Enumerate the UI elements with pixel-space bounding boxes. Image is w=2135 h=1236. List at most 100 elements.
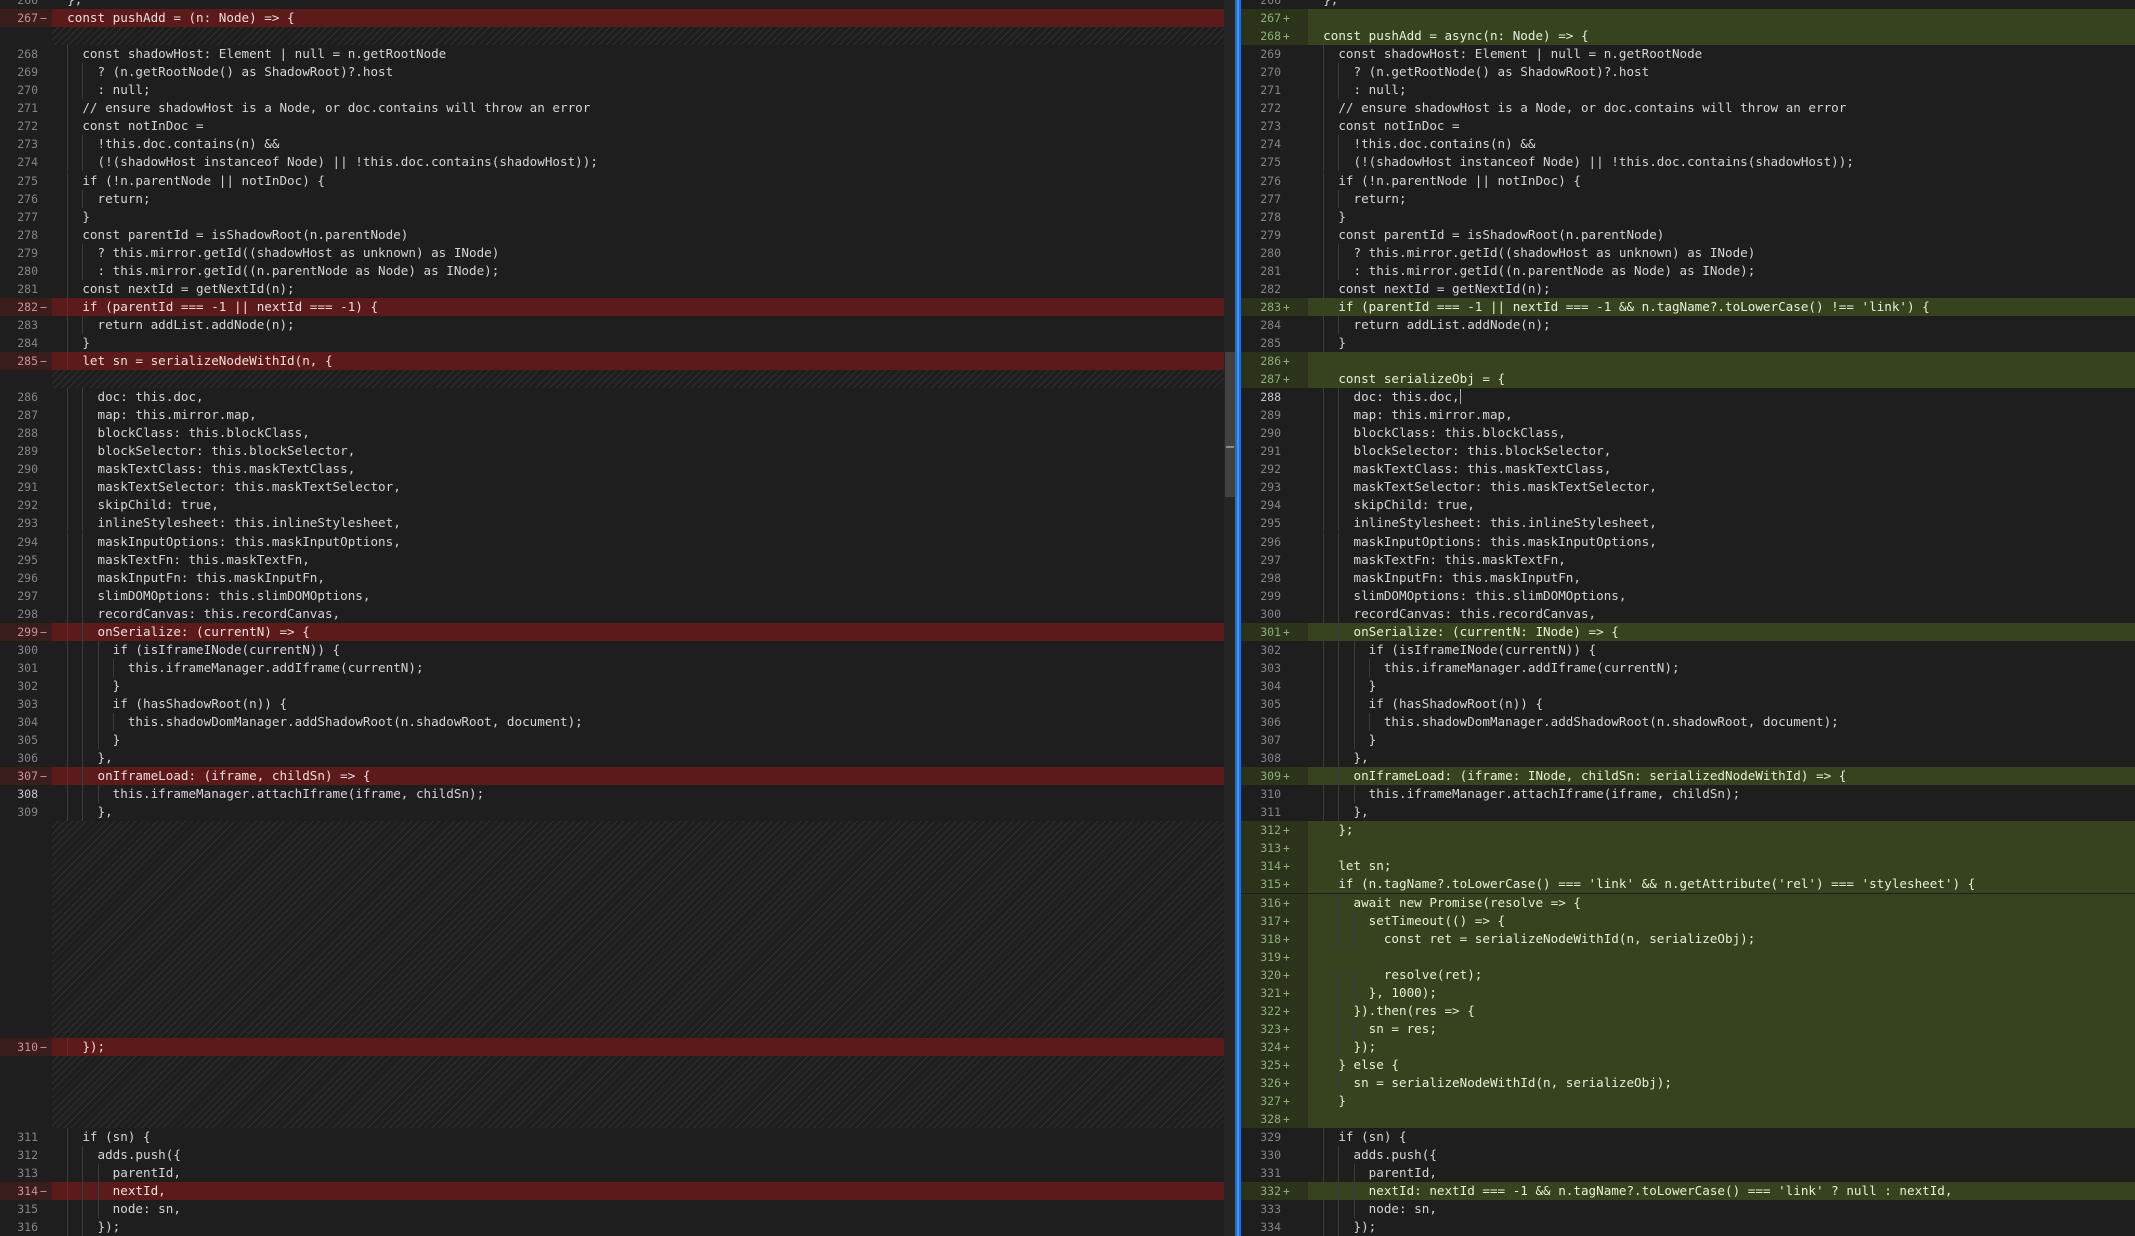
- code-line[interactable]: 297 slimDOMOptions: this.slimDOMOptions,: [0, 586, 1235, 605]
- code-line[interactable]: 309 },: [0, 803, 1235, 822]
- inserted-line[interactable]: 315 + if (n.tagName?.toLowerCase() === 'l…: [1241, 875, 2135, 894]
- code-line[interactable]: 278 const parentId = isShadowRoot(n.pare…: [0, 225, 1235, 244]
- inserted-line[interactable]: 301 + onSerialize: (currentN: INode) => {: [1241, 622, 2135, 641]
- code-line[interactable]: 272 const notInDoc =: [0, 117, 1235, 136]
- removed-line[interactable]: 267− const pushAdd = (n: Node) => {: [0, 9, 1235, 28]
- code-line[interactable]: 275 if (!n.parentNode || notInDoc) {: [0, 171, 1235, 190]
- removed-line[interactable]: 310− });: [0, 1037, 1235, 1056]
- code-line[interactable]: 311 if (sn) {: [0, 1128, 1235, 1147]
- code-line[interactable]: 313 parentId,: [0, 1164, 1235, 1183]
- code-line[interactable]: 294 skipChild: true,: [1241, 496, 2135, 515]
- inserted-line[interactable]: 316 + await new Promise(resolve => {: [1241, 893, 2135, 912]
- inserted-line[interactable]: 319 +: [1241, 947, 2135, 966]
- code-line[interactable]: 295 inlineStylesheet: this.inlineStylesh…: [1241, 514, 2135, 533]
- code-line[interactable]: 276 if (!n.parentNode || notInDoc) {: [1241, 171, 2135, 190]
- inserted-line[interactable]: 320 + resolve(ret);: [1241, 965, 2135, 984]
- code-line[interactable]: 302 }: [0, 676, 1235, 695]
- inserted-line[interactable]: 314 + let sn;: [1241, 857, 2135, 876]
- inserted-line[interactable]: 312 + };: [1241, 821, 2135, 840]
- code-line[interactable]: 334 });: [1241, 1218, 2135, 1236]
- code-line[interactable]: 266 };: [1241, 0, 2135, 9]
- code-line[interactable]: 288 blockClass: this.blockClass,: [0, 424, 1235, 443]
- code-line[interactable]: 291 blockSelector: this.blockSelector,: [1241, 442, 2135, 461]
- code-line[interactable]: 303 this.iframeManager.addIframe(current…: [1241, 658, 2135, 677]
- code-line[interactable]: 274 !this.doc.contains(n) &&: [1241, 135, 2135, 154]
- code-line[interactable]: 330 adds.push({: [1241, 1146, 2135, 1165]
- inserted-line[interactable]: 283 + if (parentId === -1 || nextId === -…: [1241, 297, 2135, 316]
- code-line[interactable]: 268 const shadowHost: Element | null = n…: [0, 45, 1235, 64]
- code-line[interactable]: 300 recordCanvas: this.recordCanvas,: [1241, 604, 2135, 623]
- code-line[interactable]: 302 if (isIframeINode(currentN)) {: [1241, 640, 2135, 659]
- code-line[interactable]: 292 skipChild: true,: [0, 496, 1235, 515]
- code-line[interactable]: 281 const nextId = getNextId(n);: [0, 279, 1235, 298]
- inserted-line[interactable]: 268 + const pushAdd = async(n: Node) => {: [1241, 27, 2135, 46]
- code-line[interactable]: 286 doc: this.doc,: [0, 388, 1235, 407]
- code-line[interactable]: 287 map: this.mirror.map,: [0, 406, 1235, 425]
- code-line[interactable]: 270 : null;: [0, 81, 1235, 100]
- code-line[interactable]: 315 node: sn,: [0, 1200, 1235, 1219]
- inserted-line[interactable]: 328 +: [1241, 1110, 2135, 1129]
- inserted-line[interactable]: 318 + const ret = serializeNodeWithId(n, …: [1241, 929, 2135, 948]
- code-line[interactable]: 312 adds.push({: [0, 1146, 1235, 1165]
- code-line[interactable]: 300 if (isIframeINode(currentN)) {: [0, 640, 1235, 659]
- code-line[interactable]: 275 (!(shadowHost instanceof Node) || !t…: [1241, 153, 2135, 172]
- code-line[interactable]: 294 maskInputOptions: this.maskInputOpti…: [0, 532, 1235, 551]
- code-line[interactable]: 279 ? this.mirror.getId((shadowHost as u…: [0, 243, 1235, 262]
- inserted-line[interactable]: 322 + }).then(res => {: [1241, 1001, 2135, 1020]
- removed-line[interactable]: 282− if (parentId === -1 || nextId === -…: [0, 297, 1235, 316]
- code-line[interactable]: 329 if (sn) {: [1241, 1128, 2135, 1147]
- inserted-line[interactable]: 324 + });: [1241, 1037, 2135, 1056]
- code-line[interactable]: 298 recordCanvas: this.recordCanvas,: [0, 604, 1235, 623]
- original-scrollbar[interactable]: [1224, 0, 1235, 1236]
- inserted-line[interactable]: 287 + const serializeObj = {: [1241, 370, 2135, 389]
- code-line[interactable]: 303 if (hasShadowRoot(n)) {: [0, 694, 1235, 713]
- code-line[interactable]: 290 blockClass: this.blockClass,: [1241, 424, 2135, 443]
- code-line[interactable]: 269 ? (n.getRootNode() as ShadowRoot)?.h…: [0, 63, 1235, 82]
- code-line[interactable]: 299 slimDOMOptions: this.slimDOMOptions,: [1241, 586, 2135, 605]
- code-line[interactable]: 289 blockSelector: this.blockSelector,: [0, 442, 1235, 461]
- code-line[interactable]: 276 return;: [0, 189, 1235, 208]
- inserted-line[interactable]: 267 +: [1241, 9, 2135, 28]
- code-line[interactable]: 283 return addList.addNode(n);: [0, 315, 1235, 334]
- modified-pane[interactable]: 266 };267+268+ const pushAdd = async(n: …: [1241, 0, 2135, 1236]
- code-line[interactable]: 281 : this.mirror.getId((n.parentNode as…: [1241, 261, 2135, 280]
- code-line[interactable]: 280 : this.mirror.getId((n.parentNode as…: [0, 261, 1235, 280]
- code-line[interactable]: 304 this.shadowDomManager.addShadowRoot(…: [0, 713, 1235, 731]
- code-line[interactable]: 272 // ensure shadowHost is a Node, or d…: [1241, 99, 2135, 118]
- code-line[interactable]: 282 const nextId = getNextId(n);: [1241, 279, 2135, 298]
- code-line[interactable]: 310 this.iframeManager.attachIframe(ifra…: [1241, 785, 2135, 804]
- code-line[interactable]: 284 }: [0, 333, 1235, 352]
- inserted-line[interactable]: 323 + sn = res;: [1241, 1019, 2135, 1038]
- code-line[interactable]: 301 this.iframeManager.addIframe(current…: [0, 658, 1235, 677]
- code-line[interactable]: 305 }: [0, 731, 1235, 750]
- code-line[interactable]: 278 }: [1241, 207, 2135, 226]
- removed-line[interactable]: 299− onSerialize: (currentN) => {: [0, 622, 1235, 641]
- code-line[interactable]: 306 this.shadowDomManager.addShadowRoot(…: [1241, 713, 2135, 731]
- original-scrollbar-thumb[interactable]: [1225, 352, 1235, 497]
- code-line[interactable]: 293 maskTextSelector: this.maskTextSelec…: [1241, 478, 2135, 497]
- code-line[interactable]: 305 if (hasShadowRoot(n)) {: [1241, 694, 2135, 713]
- code-line[interactable]: 266 };: [0, 0, 1235, 9]
- code-line[interactable]: 306 },: [0, 749, 1235, 768]
- inserted-line[interactable]: 309 + onIframeLoad: (iframe: INode, child…: [1241, 767, 2135, 786]
- code-line[interactable]: 271 : null;: [1241, 81, 2135, 100]
- inserted-line[interactable]: 317 + setTimeout(() => {: [1241, 911, 2135, 930]
- code-line[interactable]: 311 },: [1241, 803, 2135, 822]
- removed-line[interactable]: 314− nextId,: [0, 1182, 1235, 1201]
- code-line[interactable]: 277 return;: [1241, 189, 2135, 208]
- code-line[interactable]: 285 }: [1241, 333, 2135, 352]
- inserted-line[interactable]: 321 + }, 1000);: [1241, 983, 2135, 1002]
- code-line[interactable]: 273 const notInDoc =: [1241, 117, 2135, 136]
- code-line[interactable]: 316 });: [0, 1218, 1235, 1236]
- code-line[interactable]: 271 // ensure shadowHost is a Node, or d…: [0, 99, 1235, 118]
- code-line[interactable]: 308 },: [1241, 749, 2135, 768]
- inserted-line[interactable]: 286 +: [1241, 352, 2135, 370]
- code-line[interactable]: 280 ? this.mirror.getId((shadowHost as u…: [1241, 243, 2135, 262]
- code-line[interactable]: 331 parentId,: [1241, 1164, 2135, 1183]
- original-pane[interactable]: 266 };267− const pushAdd = (n: Node) => …: [0, 0, 1235, 1236]
- code-line[interactable]: 269 const shadowHost: Element | null = n…: [1241, 45, 2135, 64]
- code-line[interactable]: 284 return addList.addNode(n);: [1241, 315, 2135, 334]
- removed-line[interactable]: 285− let sn = serializeNodeWithId(n, {: [0, 352, 1235, 370]
- inserted-line[interactable]: 332 + nextId: nextId === -1 && n.tagName?…: [1241, 1182, 2135, 1201]
- code-line[interactable]: 298 maskInputFn: this.maskInputFn,: [1241, 568, 2135, 587]
